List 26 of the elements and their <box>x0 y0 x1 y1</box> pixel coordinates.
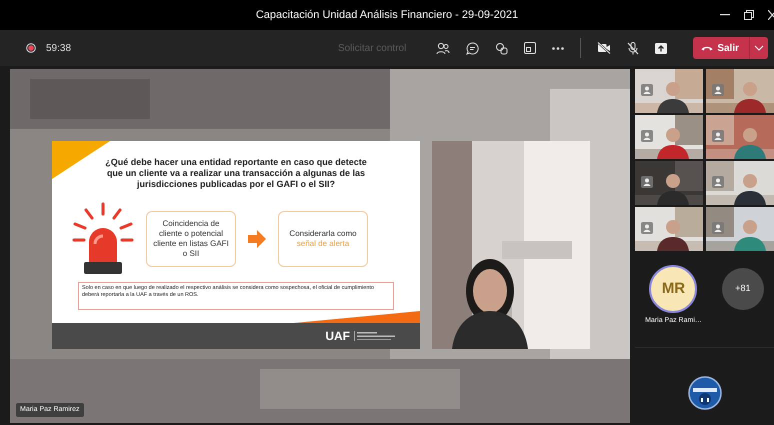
meeting-timer: 59:38 <box>46 42 72 56</box>
people-icon[interactable] <box>436 42 450 54</box>
minimize-icon[interactable] <box>720 14 730 16</box>
person-icon <box>641 222 653 234</box>
chat-icon[interactable] <box>466 42 480 54</box>
close-icon[interactable] <box>768 10 774 20</box>
microphone-off-icon[interactable] <box>627 42 640 54</box>
person-icon <box>712 130 724 142</box>
leave-button[interactable]: Salir <box>693 37 768 59</box>
person-icon <box>712 84 724 96</box>
person-icon <box>641 130 653 142</box>
rooms-icon[interactable] <box>524 42 536 54</box>
camera-off-icon[interactable] <box>597 42 612 54</box>
person-icon <box>641 176 653 188</box>
restore-icon[interactable] <box>744 10 754 20</box>
caret-icon[interactable] <box>754 45 764 51</box>
person-icon <box>712 176 724 188</box>
avatar: MR <box>649 265 698 313</box>
more-participants-badge[interactable]: +81 <box>722 268 764 310</box>
more-icon[interactable] <box>552 46 564 50</box>
person-icon <box>641 84 653 96</box>
organization-logo-icon <box>688 376 722 410</box>
phone-icon <box>701 45 714 51</box>
share-icon[interactable] <box>655 42 668 54</box>
window-title: Capacitación Unidad Análisis Financiero - 29-09-2021 <box>256 8 518 23</box>
person-icon <box>712 222 724 234</box>
